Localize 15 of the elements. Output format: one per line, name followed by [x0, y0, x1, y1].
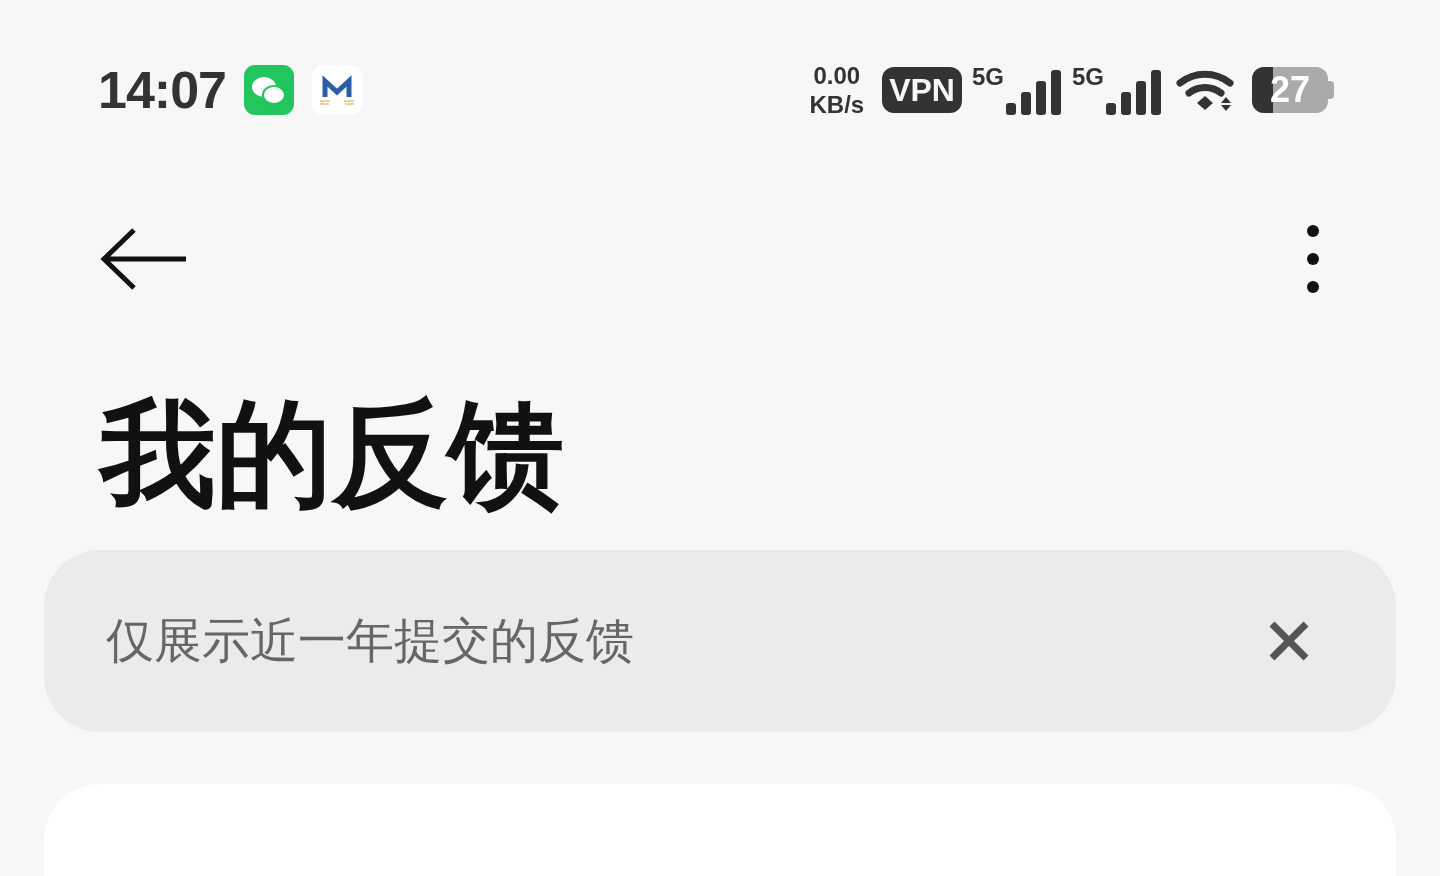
vpn-badge: VPN [882, 67, 962, 113]
signal-icon [1104, 69, 1162, 115]
network-type-label: 5G [1072, 65, 1104, 89]
chat-app-icon [244, 65, 294, 115]
close-icon[interactable] [1268, 620, 1310, 662]
status-time: 14:07 [98, 60, 226, 120]
back-arrow-icon[interactable] [100, 227, 188, 291]
net-speed-value: 0.00 [813, 61, 861, 90]
mail-app-icon [312, 65, 362, 115]
net-speed-unit: KB/s [809, 90, 865, 119]
page-title: 我的反馈 [100, 385, 565, 523]
notice-text: 仅展示近一年提交的反馈 [106, 611, 634, 670]
signal-icon [1004, 69, 1062, 115]
more-menu-icon[interactable] [1306, 224, 1320, 294]
network-type-label: 5G [971, 65, 1004, 89]
